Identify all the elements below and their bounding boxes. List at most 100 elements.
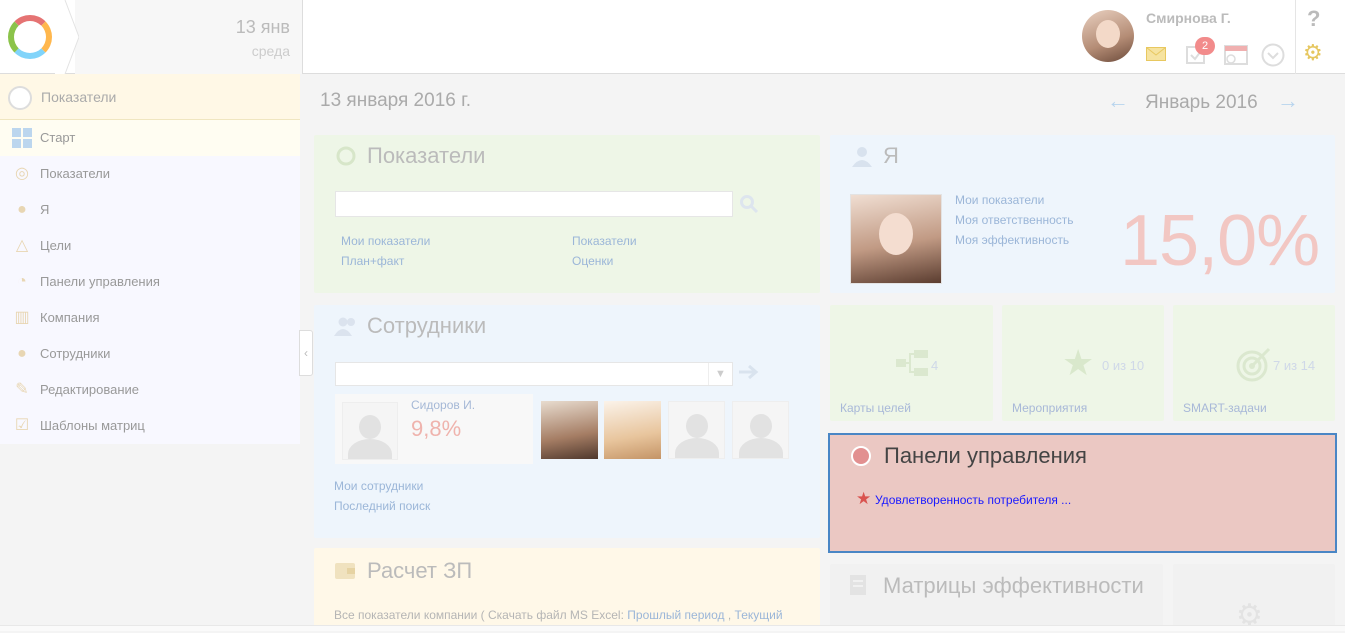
matrices-title: Матрицы эффективности <box>883 573 1144 598</box>
employees-title: Сотрудники <box>367 313 487 338</box>
salary-description: Все показатели компании ( Скачать файл M… <box>334 608 783 622</box>
events-label: Мероприятия <box>1012 401 1088 415</box>
month-label: Январь 2016 <box>1145 92 1258 113</box>
current-date-short: 13 янв <box>235 17 290 37</box>
employee-avatar <box>342 402 398 460</box>
sidebar-item-editing[interactable]: ✎ Редактирование <box>0 372 300 408</box>
employees-select[interactable]: ▼ <box>335 362 733 386</box>
sidebar-item-company[interactable]: ▥ Компания <box>0 300 300 336</box>
dashboards-title: Панели управления <box>884 443 1087 468</box>
month-navigator: ← Январь 2016 → <box>1107 88 1307 116</box>
person-icon <box>852 147 872 167</box>
star-icon: ★ <box>1062 342 1095 383</box>
edit-icon: ✎ <box>15 381 29 398</box>
sidebar-item-label: Цели <box>40 238 72 253</box>
template-icon: ☑ <box>14 417 30 434</box>
chevron-down-icon[interactable] <box>1261 43 1285 67</box>
gear-icon[interactable]: ⚙ <box>1303 40 1323 66</box>
sidebar-item-employees[interactable]: ● Сотрудники <box>0 336 300 372</box>
sidebar-item-indicators[interactable]: ◎ Показатели <box>0 156 300 192</box>
factory-icon: ▥ <box>14 309 30 326</box>
person-icon: ● <box>17 201 27 218</box>
my-indicators-link[interactable]: Мои показатели <box>955 193 1044 207</box>
salary-text: Все показатели компании ( Скачать файл M… <box>334 608 624 622</box>
sidebar-item-label: Панели управления <box>40 274 160 289</box>
gauge-icon <box>8 86 32 110</box>
my-employees-link[interactable]: Мои сотрудники <box>334 479 423 493</box>
me-title: Я <box>883 143 899 168</box>
logo-icon <box>8 15 52 59</box>
gauge-icon: ◎ <box>15 165 29 182</box>
plan-fact-link[interactable]: План+факт <box>341 254 404 268</box>
previous-period-link[interactable]: Прошлый период <box>627 608 724 622</box>
my-indicators-link[interactable]: Мои показатели <box>341 234 430 248</box>
search-icon[interactable] <box>739 194 759 214</box>
sidebar-item-label: Компания <box>40 310 100 325</box>
user-name[interactable]: Смирнова Г. <box>1146 10 1231 26</box>
chevron-down-icon[interactable]: ▼ <box>708 363 732 385</box>
arrow-right-icon[interactable]: → <box>1277 88 1299 114</box>
events-count: 0 из 10 <box>1102 358 1145 373</box>
goals-icon: △ <box>15 237 29 254</box>
ratings-link[interactable]: Оценки <box>572 254 613 268</box>
employee-avatar[interactable] <box>732 401 789 459</box>
employee-name: Сидоров И. <box>411 398 476 412</box>
toolbar-divider <box>1295 0 1296 74</box>
featured-employee[interactable]: Сидоров И. 9,8% <box>335 394 533 464</box>
my-efficiency-link[interactable]: Моя эффективность <box>955 233 1069 247</box>
employee-avatar[interactable] <box>668 401 725 459</box>
mail-icon[interactable] <box>1146 47 1166 61</box>
grid-icon <box>12 128 32 148</box>
current-period-link[interactable]: Текущий <box>735 608 783 622</box>
last-search-link[interactable]: Последний поиск <box>334 499 430 513</box>
employee-avatar[interactable] <box>541 401 598 459</box>
sidebar-collapse-button[interactable]: ‹ <box>299 330 313 376</box>
sidebar-item-matrix-templates[interactable]: ☑ Шаблоны матриц <box>0 408 300 444</box>
sidebar-item-start[interactable]: Старт <box>0 120 300 156</box>
chevron-right-icon <box>55 0 79 74</box>
current-weekday: среда <box>251 43 290 59</box>
bottom-scrollbar[interactable] <box>0 625 1345 631</box>
smart-tasks-label: SMART-задачи <box>1183 401 1267 415</box>
goal-maps-count: 4 <box>931 358 939 373</box>
people-icon <box>334 317 355 336</box>
goal-map-icon <box>896 350 928 376</box>
indicators-link[interactable]: Показатели <box>572 234 637 248</box>
dashboard-link[interactable]: Удовлетворенность потребителя ... <box>875 493 1071 507</box>
smart-tasks-count: 7 из 14 <box>1273 358 1316 373</box>
sidebar-item-label: Показатели <box>40 166 110 181</box>
calendar-icon[interactable] <box>1224 43 1248 65</box>
user-photo <box>850 194 942 284</box>
gauge-icon <box>336 146 356 166</box>
user-avatar[interactable] <box>1082 10 1134 62</box>
sidebar-item-label: Редактирование <box>40 382 140 397</box>
sidebar-item-label: Старт <box>40 130 76 145</box>
sidebar-item-goals[interactable]: △ Цели <box>0 228 300 264</box>
pie-icon <box>851 446 871 466</box>
salary-title: Расчет ЗП <box>367 558 473 583</box>
indicators-title: Показатели <box>367 143 486 168</box>
date-panel: 13 янв среда <box>55 0 303 74</box>
sidebar-item-label: Я <box>40 202 50 217</box>
employee-avatar[interactable] <box>604 401 661 459</box>
efficiency-value: 15,0% <box>1120 201 1320 281</box>
sidebar-item-label: Сотрудники <box>40 346 111 361</box>
people-icon: ● <box>17 345 27 362</box>
star-icon: ★ <box>856 489 872 508</box>
page-title: 13 января 2016 г. <box>320 90 471 111</box>
sidebar-item-dashboards[interactable]: ◔ Панели управления <box>0 264 300 300</box>
pie-icon: ◔ <box>17 273 27 290</box>
goal-maps-label: Карты целей <box>840 401 911 415</box>
help-icon[interactable]: ? <box>1307 6 1320 32</box>
sidebar-item-me[interactable]: ● Я <box>0 192 300 228</box>
matrix-icon <box>850 575 866 595</box>
indicators-search-input[interactable] <box>335 191 733 217</box>
employee-efficiency: 9,8% <box>411 416 462 441</box>
target-icon <box>1236 347 1271 382</box>
arrow-right-icon[interactable] <box>739 364 759 380</box>
separator: , <box>727 608 732 622</box>
sidebar-item-label: Шаблоны матриц <box>40 418 145 433</box>
arrow-left-icon[interactable]: ← <box>1107 88 1129 114</box>
my-responsibility-link[interactable]: Моя ответственность <box>955 213 1074 227</box>
wallet-icon <box>335 563 355 579</box>
